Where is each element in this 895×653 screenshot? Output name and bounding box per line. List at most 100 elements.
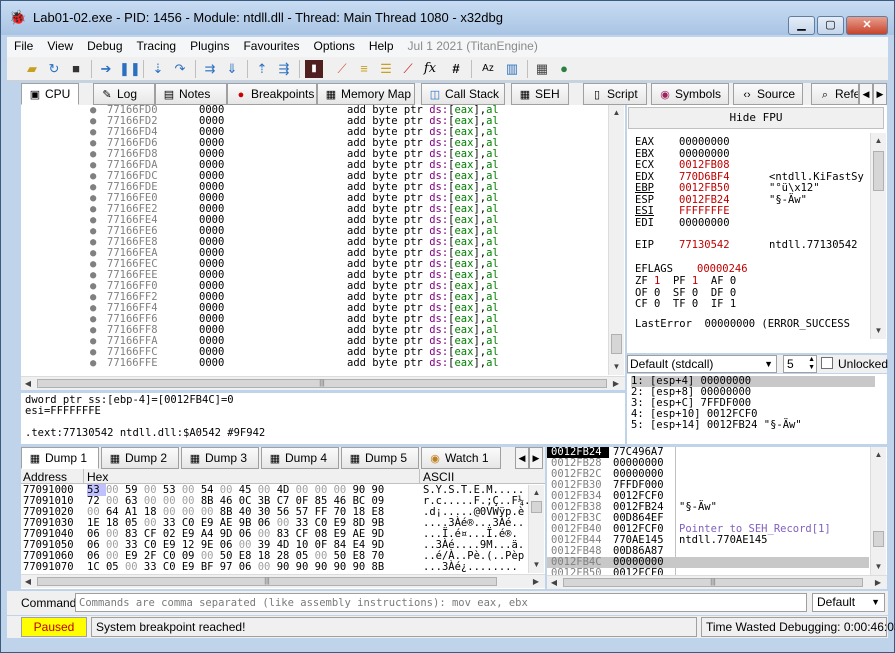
command-mode-select[interactable]: Default ▼ [812, 593, 885, 612]
register-row[interactable]: ECX 0012FB08 [635, 160, 769, 171]
tab-breakpoints[interactable]: ● Breakpoints [227, 83, 317, 105]
dump-vscrollbar[interactable]: ▲ ▼ [528, 485, 544, 573]
menu-plugins[interactable]: Plugins [183, 37, 236, 55]
disassembly-view[interactable]: ● 77166FD0 0000 add byte ptr ds:[eax],al ● 77… [21, 105, 625, 390]
calculator-icon[interactable]: ▦ [533, 60, 551, 78]
address-column-header[interactable]: Address [23, 470, 67, 484]
tab-dump-1[interactable]: ▦ Dump 1 [21, 447, 99, 469]
ascii-column-header[interactable]: ASCII [423, 470, 454, 484]
tab-script[interactable]: ▯ Script [583, 83, 647, 105]
register-row[interactable]: EDI 00000000 [635, 217, 769, 229]
scroll-up-icon[interactable]: ▲ [529, 485, 544, 500]
dump-byte[interactable]: 00 [258, 561, 277, 573]
disassembly-hscrollbar[interactable]: ◀ ||| ▶ [21, 376, 625, 390]
execute-till-return-icon[interactable]: ⇡ [253, 60, 271, 78]
scylla-icon[interactable]: ▮ [305, 60, 323, 78]
hide-fpu-button[interactable]: Hide FPU [628, 107, 884, 129]
dump-byte[interactable]: 00 [125, 561, 144, 573]
scroll-right-icon[interactable]: ▶ [871, 576, 885, 589]
register-row[interactable]: ESI FFFFFFFE [635, 206, 769, 217]
unlocked-checkbox[interactable] [821, 357, 833, 369]
scroll-thumb[interactable] [873, 151, 884, 191]
menu-help[interactable]: Help [362, 37, 401, 55]
flags-row[interactable]: OF 0 SF 0 DF 0 [635, 287, 736, 299]
argument-row[interactable]: 5: [esp+14] 0012FB24 "§-Äw" [631, 420, 802, 431]
tab-call-stack[interactable]: ◫ Call Stack [421, 83, 505, 105]
hex-dump-view[interactable]: Address Hex ASCII 77091000 53 00 59 00 53… [21, 469, 545, 589]
font-icon[interactable]: Aᴢ [479, 60, 497, 78]
tab-dump-5[interactable]: ▦ Dump 5 [341, 447, 419, 469]
pause-icon[interactable]: ❚❚ [119, 60, 141, 78]
scroll-down-icon[interactable]: ▼ [609, 359, 624, 374]
run-icon[interactable]: ➔ [97, 60, 115, 78]
trace-into-icon[interactable]: ⇉ [201, 60, 219, 78]
tab-dump-3[interactable]: ▦ Dump 3 [181, 447, 259, 469]
scroll-up-icon[interactable]: ▲ [871, 447, 886, 462]
comments-icon[interactable]: ≡ [355, 60, 373, 78]
dump-tab-scroll-left-button[interactable]: ◀ [515, 447, 529, 469]
scroll-up-icon[interactable]: ▲ [871, 133, 886, 148]
stack-view[interactable]: 0012FB24 77C496A7 0012FB28 00000000 0012FB2C… [547, 447, 887, 589]
page-icon[interactable]: ▥ [503, 60, 521, 78]
eflags-row[interactable]: EFLAGS 00000246 [635, 264, 748, 275]
dump-byte[interactable]: 97 [220, 561, 239, 573]
register-row[interactable]: EBP 0012FB50 "°ü\x12" [635, 183, 820, 194]
scroll-thumb[interactable]: ||| [37, 577, 497, 586]
close-debuggee-icon[interactable]: ■ [67, 60, 85, 78]
disassembly-vscrollbar[interactable]: ▲ ▼ [608, 105, 624, 375]
register-row[interactable]: EBX 00000000 [635, 148, 769, 160]
hex-column-header[interactable]: Hex [87, 470, 108, 484]
scroll-thumb[interactable]: ||| [37, 379, 607, 388]
register-row[interactable]: EDX 770D6BF4 <ntdll.KiFastSy [635, 171, 864, 183]
register-value[interactable]: 00000246 [697, 263, 748, 275]
arg-count-spinner[interactable]: 5 ▲ ▼ [783, 355, 817, 373]
menu-debug[interactable]: Debug [80, 37, 129, 55]
dump-tab-scroll-right-button[interactable]: ▶ [529, 447, 543, 469]
dump-byte[interactable]: 90 [353, 561, 372, 573]
scroll-left-icon[interactable]: ◀ [547, 576, 561, 589]
dump-byte[interactable]: 90 [277, 561, 296, 573]
register-value[interactable]: 77130542 [679, 240, 769, 251]
register-value[interactable]: 0012FB08 [679, 160, 769, 171]
step-into-icon[interactable]: ⇣ [149, 60, 167, 78]
menu-file[interactable]: File [7, 37, 40, 55]
scroll-thumb[interactable]: ||| [563, 578, 863, 587]
register-value[interactable]: 0012FB50 [679, 183, 769, 194]
labels-icon[interactable]: ☰ [377, 60, 395, 78]
spinner-arrows-icon[interactable]: ▲ ▼ [808, 356, 815, 372]
scroll-thumb[interactable] [531, 501, 542, 513]
disasm-row[interactable]: ● 77166FFE 0000 add byte ptr ds:[eax],al [21, 358, 607, 369]
globe-icon[interactable]: ● [555, 60, 573, 78]
tab-dump-4[interactable]: ▦ Dump 4 [261, 447, 339, 469]
variables-icon[interactable]: # [447, 60, 465, 78]
dump-byte[interactable]: C0 [163, 561, 182, 573]
scroll-left-icon[interactable]: ◀ [21, 575, 35, 588]
register-row[interactable]: EAX 00000000 [635, 137, 769, 148]
register-value[interactable]: 00000000 [679, 148, 769, 160]
dump-byte[interactable]: E9 [182, 561, 201, 573]
step-over-icon[interactable]: ↷ [171, 60, 189, 78]
stack-hscrollbar[interactable]: ◀ ||| ▶ [547, 575, 887, 589]
functions-icon[interactable]: fx [421, 60, 439, 78]
registers-vscrollbar[interactable]: ▲ ▼ [870, 133, 886, 339]
dump-hscrollbar[interactable]: ◀ ||| ▶ [21, 574, 545, 588]
dump-byte[interactable]: 90 [334, 561, 353, 573]
dump-byte[interactable]: 05 [106, 561, 125, 573]
menu-favourites[interactable]: Favourites [236, 37, 306, 55]
register-row[interactable]: EIP 77130542 ntdll.77130542 [635, 240, 858, 251]
dump-byte[interactable]: 90 [296, 561, 315, 573]
tab-scroll-left-button[interactable]: ◀ [859, 83, 873, 105]
stack-vscrollbar[interactable]: ▲ ▼ [870, 447, 886, 575]
scroll-left-icon[interactable]: ◀ [21, 377, 35, 390]
dump-byte[interactable]: 06 [239, 561, 258, 573]
tab-symbols[interactable]: ◉ Symbols [651, 83, 729, 105]
scroll-right-icon[interactable]: ▶ [609, 377, 623, 390]
tab-seh[interactable]: ▦ SEH [511, 83, 569, 105]
menu-view[interactable]: View [40, 37, 80, 55]
trace-over-icon[interactable]: ⇓ [223, 60, 241, 78]
menu-options[interactable]: Options [306, 37, 361, 55]
flags-row[interactable]: CF 0 TF 0 IF 1 [635, 299, 736, 310]
tab-log[interactable]: ✎ Log [93, 83, 155, 105]
tab-cpu[interactable]: ▣ CPU [21, 83, 79, 105]
run-to-user-code-icon[interactable]: ⇶ [275, 60, 293, 78]
